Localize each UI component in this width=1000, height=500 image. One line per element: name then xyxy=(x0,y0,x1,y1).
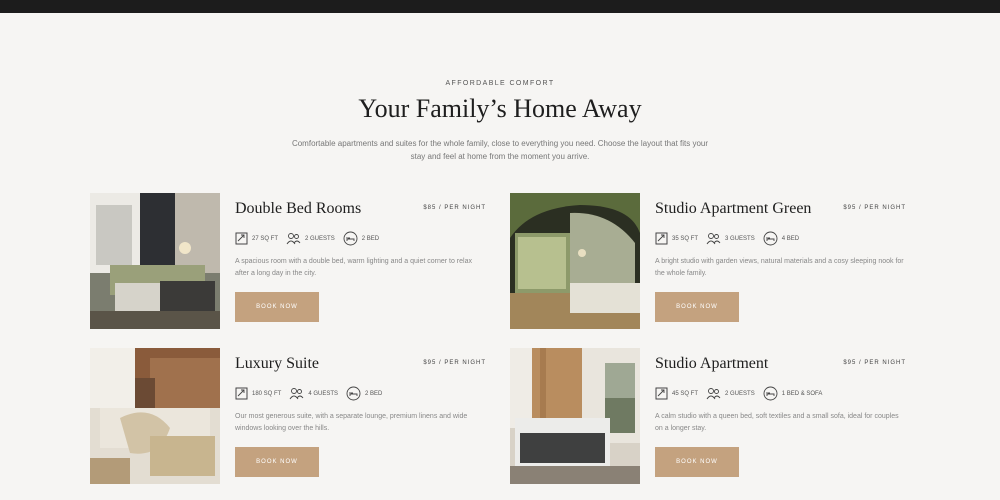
feature-beds: 2 BED xyxy=(346,386,382,401)
room-price: $95 / PER NIGHT xyxy=(843,360,906,366)
feature-beds: 1 BED & SOFA xyxy=(763,386,823,401)
section-heading: Your Family’s Home Away xyxy=(358,94,642,123)
room-card: Luxury Suite $95 / PER NIGHT 180 SQ FT 4… xyxy=(90,348,490,484)
bed-icon xyxy=(763,231,778,246)
area-icon xyxy=(655,387,668,400)
feature-label: 3 GUESTS xyxy=(725,235,755,242)
feature-guests: 2 GUESTS xyxy=(706,386,755,401)
room-title: Studio Apartment Green xyxy=(655,200,812,217)
room-features: 27 SQ FT 2 GUESTS 2 BED xyxy=(235,231,379,246)
feature-label: 45 SQ FT xyxy=(672,390,699,397)
feature-label: 2 BED xyxy=(361,235,380,242)
room-description: A calm studio with a queen bed, soft tex… xyxy=(655,413,899,432)
room-photo[interactable] xyxy=(90,348,220,484)
room-card: Studio Apartment $95 / PER NIGHT 45 SQ F… xyxy=(510,348,910,484)
room-features: 35 SQ FT 3 GUESTS 4 BED xyxy=(655,231,799,246)
feature-area: 180 SQ FT xyxy=(235,386,281,401)
feature-area: 27 SQ FT xyxy=(235,231,278,246)
guests-icon xyxy=(286,232,301,245)
room-title: Double Bed Rooms xyxy=(235,200,362,217)
area-icon xyxy=(235,387,248,400)
room-price: $95 / PER NIGHT xyxy=(843,205,906,211)
room-card: Double Bed Rooms $85 / PER NIGHT 27 SQ F… xyxy=(90,193,490,329)
room-title: Luxury Suite xyxy=(235,355,319,372)
room-features: 180 SQ FT 4 GUESTS 2 BED xyxy=(235,386,382,401)
feature-label: 4 GUESTS xyxy=(308,390,339,397)
room-title: Studio Apartment xyxy=(655,355,769,372)
feature-label: 2 GUESTS xyxy=(305,235,335,242)
area-icon xyxy=(655,232,668,245)
top-bar xyxy=(0,0,1000,13)
feature-label: 27 SQ FT xyxy=(252,235,279,242)
feature-beds: 2 BED xyxy=(343,231,379,246)
bed-icon xyxy=(346,386,361,401)
bed-icon xyxy=(343,231,358,246)
book-now-button[interactable]: BOOK NOW xyxy=(235,447,319,477)
feature-guests: 2 GUESTS xyxy=(286,231,335,246)
feature-label: 1 BED & SOFA xyxy=(781,390,823,397)
room-photo[interactable] xyxy=(510,193,640,329)
feature-label: 180 SQ FT xyxy=(252,390,282,397)
feature-area: 35 SQ FT xyxy=(655,231,698,246)
book-now-button[interactable]: BOOK NOW xyxy=(655,447,739,477)
guests-icon xyxy=(289,387,304,400)
guests-icon xyxy=(706,387,721,400)
room-description: A bright studio with garden views, natur… xyxy=(655,258,904,277)
feature-label: 2 BED xyxy=(365,390,383,397)
bed-icon xyxy=(763,386,778,401)
room-features: 45 SQ FT 2 GUESTS 1 BED & SOFA xyxy=(655,386,822,401)
feature-area: 45 SQ FT xyxy=(655,386,698,401)
feature-guests: 3 GUESTS xyxy=(706,231,755,246)
feature-guests: 4 GUESTS xyxy=(289,386,338,401)
room-photo[interactable] xyxy=(90,193,220,329)
room-description: Our most generous suite, with a separate… xyxy=(235,413,468,432)
feature-label: 4 BED xyxy=(781,235,800,242)
feature-label: 35 SQ FT xyxy=(672,235,699,242)
room-description: A spacious room with a double bed, warm … xyxy=(235,258,472,277)
section-eyebrow: AFFORDABLE COMFORT xyxy=(445,80,555,87)
guests-icon xyxy=(706,232,721,245)
feature-label: 2 GUESTS xyxy=(725,390,755,397)
feature-beds: 4 BED xyxy=(763,231,799,246)
section-intro: Comfortable apartments and suites for th… xyxy=(291,139,709,161)
room-price: $95 / PER NIGHT xyxy=(423,360,486,366)
book-now-button[interactable]: BOOK NOW xyxy=(235,292,319,322)
room-photo[interactable] xyxy=(510,348,640,484)
book-now-button[interactable]: BOOK NOW xyxy=(655,292,739,322)
room-price: $85 / PER NIGHT xyxy=(423,205,486,211)
area-icon xyxy=(235,232,248,245)
room-card: Studio Apartment Green $95 / PER NIGHT 3… xyxy=(510,193,910,329)
